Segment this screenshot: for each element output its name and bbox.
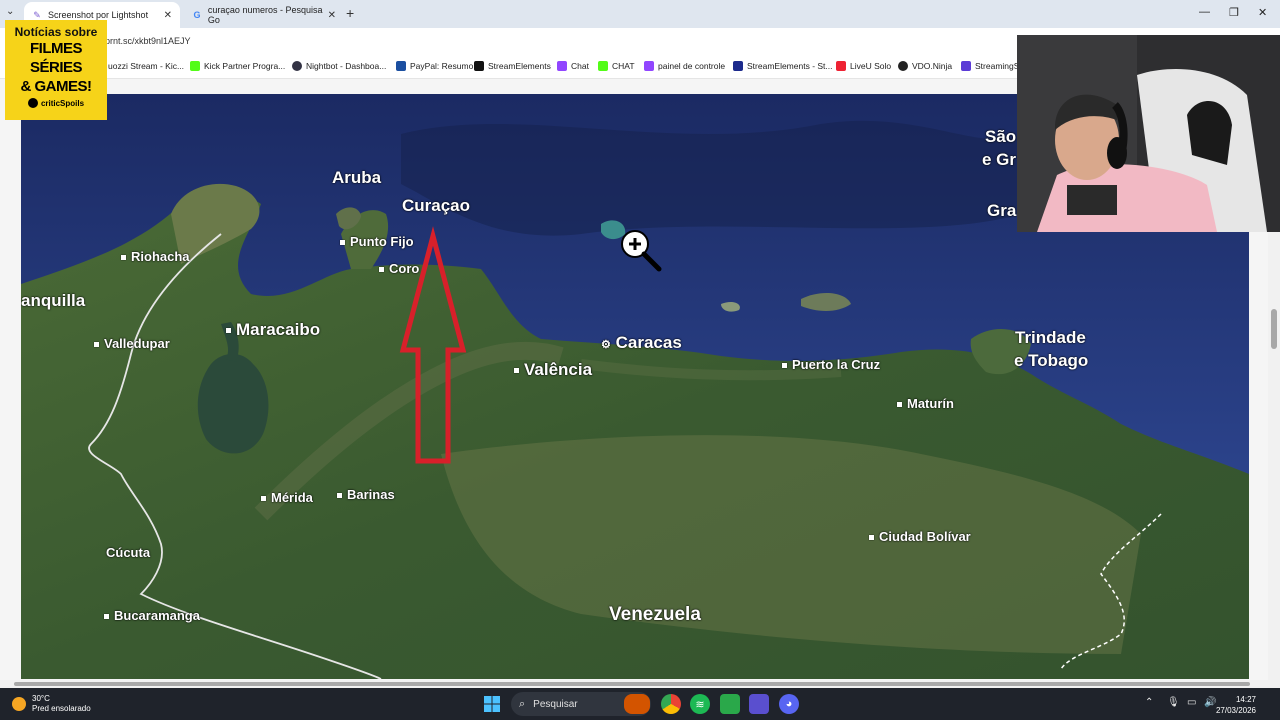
clock[interactable]: 14:27 27/03/2026 bbox=[1216, 694, 1256, 716]
promo-line-4: & GAMES! bbox=[20, 78, 93, 95]
bookmark-item[interactable]: LiveU Solo bbox=[836, 61, 891, 71]
horizontal-scrollbar[interactable] bbox=[0, 680, 1280, 688]
new-tab-button[interactable]: + bbox=[346, 5, 354, 21]
tab-search-chevron-icon[interactable]: ⌄ bbox=[6, 6, 14, 17]
bookmark-item[interactable]: StreamingS bbox=[961, 61, 1019, 71]
temperature: 30°C bbox=[32, 694, 50, 703]
search-highlight-icon[interactable] bbox=[624, 694, 650, 714]
obs-icon[interactable] bbox=[749, 694, 769, 714]
streamelements-icon bbox=[733, 61, 743, 71]
map-label-e-tobago: e Tobago bbox=[1014, 351, 1089, 370]
promo-line-1: Notícias sobre bbox=[14, 25, 98, 39]
tab-google-search[interactable]: G curaçao numeros - Pesquisa Go ✕ bbox=[184, 2, 344, 28]
date: 27/03/2026 bbox=[1215, 706, 1256, 715]
promo-line-2: FILMES bbox=[30, 40, 83, 57]
vdo-ninja-icon bbox=[898, 61, 908, 71]
close-window-icon[interactable]: ✕ bbox=[1258, 6, 1267, 19]
promo-brand: criticSpoils bbox=[5, 98, 107, 108]
kick-icon bbox=[598, 61, 608, 71]
map-label-caracas: ⚙ Caracas bbox=[601, 333, 682, 352]
minimize-icon[interactable]: — bbox=[1199, 6, 1210, 18]
bookmark-item[interactable]: CHAT bbox=[598, 61, 635, 71]
map-label-valledupar: Valledupar bbox=[94, 336, 170, 351]
twitch-icon bbox=[644, 61, 654, 71]
webcam-overlay bbox=[1017, 35, 1280, 232]
scrollbar-thumb[interactable] bbox=[1271, 309, 1277, 349]
nightbot-icon bbox=[292, 61, 302, 71]
map-label-curacao: Curaçao bbox=[402, 196, 471, 215]
taskbar: 30°C Pred ensolarado ⌕ Pesquisar ≋ ◕ ⌃ 🎙… bbox=[0, 688, 1280, 720]
bookmark-item[interactable]: Nightbot - Dashboa... bbox=[292, 61, 386, 71]
scrollbar-thumb[interactable] bbox=[14, 682, 1250, 686]
volume-icon[interactable]: 🔊 bbox=[1204, 697, 1216, 708]
map-label-maracaibo: Maracaibo bbox=[226, 320, 320, 340]
url-field[interactable]: prnt.sc/xkbt9nl1AEJY bbox=[105, 36, 191, 46]
tab-strip: ⌄ ✎ Screenshot por Lightshot ✕ G curaçao… bbox=[0, 0, 1280, 28]
spotify-icon[interactable]: ≋ bbox=[690, 694, 710, 714]
paypal-icon bbox=[396, 61, 406, 71]
liveu-icon bbox=[836, 61, 846, 71]
webcam-feed bbox=[1017, 35, 1280, 232]
restore-icon[interactable]: ❐ bbox=[1229, 6, 1239, 19]
tab-label: curaçao numeros - Pesquisa Go bbox=[207, 5, 323, 25]
bookmark-item[interactable]: Kick Partner Progra... bbox=[190, 61, 285, 71]
map-label-anquilla: anquilla bbox=[21, 291, 86, 310]
bookmark-item[interactable]: StreamElements bbox=[474, 61, 551, 71]
streaming-icon bbox=[961, 61, 971, 71]
chrome-icon[interactable] bbox=[661, 694, 681, 714]
sun-icon bbox=[12, 697, 26, 711]
twitch-icon bbox=[557, 61, 567, 71]
map-label-cucuta: Cúcuta bbox=[106, 545, 151, 560]
weather-widget[interactable]: 30°C Pred ensolarado bbox=[12, 694, 91, 714]
map-label-venezuela: Venezuela bbox=[609, 604, 701, 625]
discord-icon[interactable]: ◕ bbox=[779, 694, 799, 714]
search-icon: ⌕ bbox=[519, 697, 526, 710]
map-label-ciudad-bolivar: Ciudad Bolívar bbox=[869, 529, 971, 544]
bookmark-item[interactable]: VDO.Ninja bbox=[898, 61, 952, 71]
streamelements-icon bbox=[474, 61, 484, 71]
map-label-maturin: Maturín bbox=[897, 396, 954, 411]
kick-icon bbox=[190, 61, 200, 71]
map-label-aruba: Aruba bbox=[332, 168, 382, 187]
feather-icon: ✎ bbox=[33, 9, 41, 20]
bookmark-item[interactable]: uozzi Stream - Kic... bbox=[108, 61, 184, 71]
network-icon[interactable]: ▭ bbox=[1187, 697, 1196, 708]
close-icon[interactable]: ✕ bbox=[328, 10, 336, 21]
close-icon[interactable]: ✕ bbox=[164, 10, 172, 21]
map-label-valencia: Valência bbox=[514, 360, 592, 380]
map-label-barinas: Barinas bbox=[337, 487, 395, 502]
time: 14:27 bbox=[1235, 695, 1256, 704]
bookmark-item[interactable]: painel de controle bbox=[644, 61, 725, 71]
promo-line-3: SÉRIES bbox=[29, 59, 83, 76]
map-label-puerto-la-cruz: Puerto la Cruz bbox=[782, 357, 880, 372]
promo-overlay: Notícias sobre FILMES SÉRIES & GAMES! cr… bbox=[5, 20, 107, 120]
map-label-e-gr: e Gr bbox=[982, 150, 1017, 169]
map-label-sao: São bbox=[985, 127, 1017, 146]
windows-start-icon[interactable] bbox=[482, 694, 502, 714]
app-icon[interactable] bbox=[720, 694, 740, 714]
bookmark-item[interactable]: StreamElements - St... bbox=[733, 61, 833, 71]
weather-condition: Pred ensolarado bbox=[32, 704, 91, 713]
chevron-up-icon[interactable]: ⌃ bbox=[1145, 697, 1153, 708]
map-label-riohacha: Riohacha bbox=[121, 249, 190, 264]
brand-logo-icon bbox=[27, 98, 38, 108]
google-icon: G bbox=[193, 10, 201, 20]
map-label-trindade: Trindade bbox=[1015, 328, 1086, 347]
map-label-gra: Gra bbox=[987, 201, 1017, 220]
microphone-icon[interactable]: 🎙 bbox=[1167, 697, 1180, 708]
bookmark-item[interactable]: Chat bbox=[557, 61, 589, 71]
tab-label: Screenshot por Lightshot bbox=[48, 10, 149, 20]
map-label-punto-fijo: Punto Fijo bbox=[340, 234, 414, 249]
map-label-coro: Coro bbox=[379, 261, 419, 276]
map-label-bucaramanga: Bucaramanga bbox=[104, 608, 200, 623]
map-label-merida: Mérida bbox=[261, 490, 313, 505]
bookmark-item[interactable]: PayPal: Resumo bbox=[396, 61, 473, 71]
